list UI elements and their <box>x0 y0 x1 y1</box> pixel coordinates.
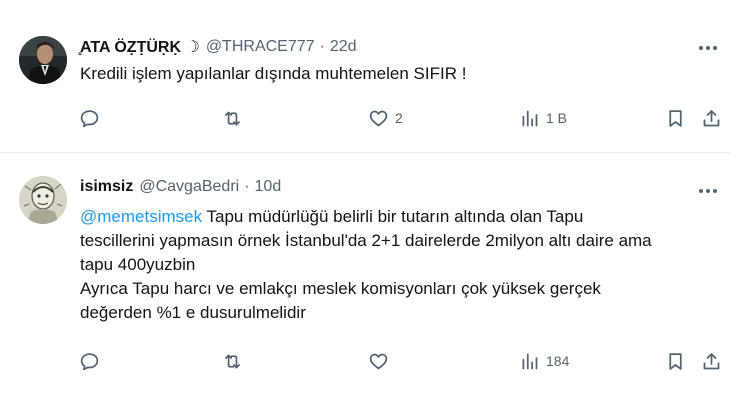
heart-icon <box>369 353 388 369</box>
share-button[interactable] <box>701 101 722 135</box>
like-button[interactable] <box>368 344 389 378</box>
reply-button[interactable] <box>79 101 100 135</box>
views-button[interactable]: 184 <box>519 344 569 378</box>
share-icon <box>703 109 720 126</box>
share-button[interactable] <box>701 344 722 378</box>
more-dots-icon <box>699 46 717 50</box>
mention-link[interactable]: @memetsimsek <box>80 207 202 226</box>
views-button[interactable]: 1 B <box>519 101 567 135</box>
retweet-icon <box>225 354 240 368</box>
reply-icon <box>80 109 99 127</box>
tweet-text-line: @memetsimsek Tapu müdürlüğü belirli bir … <box>80 205 730 229</box>
bookmark-button[interactable] <box>665 344 686 378</box>
avatar[interactable] <box>19 176 67 224</box>
reply-icon <box>80 352 99 370</box>
tweet-text-content: tescillerini yapmasın örnek İstanbul'da … <box>80 231 652 250</box>
views-chart-icon <box>522 353 538 369</box>
avatar-sketch-illustration <box>19 176 67 224</box>
timestamp[interactable]: 22d <box>330 38 357 56</box>
views-count: 1 B <box>546 110 568 126</box>
reply-button[interactable] <box>79 344 100 378</box>
tweet-text-line: değerden %1 e dusurulmelidir <box>80 301 730 325</box>
tweet-text-content: değerden %1 e dusurulmelidir <box>80 303 306 322</box>
separator-dot: · <box>319 38 325 55</box>
bookmark-icon <box>669 352 682 370</box>
timestamp[interactable]: 10d <box>255 178 282 196</box>
avatar[interactable] <box>19 36 67 84</box>
separator-dot: · <box>244 178 250 195</box>
heart-icon <box>369 110 388 126</box>
tweet-text-line: tapu 400yuzbin <box>80 253 730 277</box>
tweet-text-line: tescillerini yapmasın örnek İstanbul'da … <box>80 229 730 253</box>
tweet-text-content: Kredili işlem yapılanlar dışında muhteme… <box>80 64 467 83</box>
like-count: 2 <box>395 110 403 126</box>
views-chart-icon <box>522 110 538 126</box>
like-button[interactable]: 2 <box>368 101 403 135</box>
more-options-button[interactable] <box>696 180 720 202</box>
more-dots-icon <box>699 189 717 193</box>
avatar-man-in-suit-photo <box>19 36 67 84</box>
author-handle[interactable]: @THRACE777 <box>206 38 315 56</box>
views-count: 184 <box>546 353 570 369</box>
tweet-text-line: Kredili işlem yapılanlar dışında muhteme… <box>80 62 730 86</box>
action-bar: 184 <box>68 344 730 378</box>
author-name[interactable]: isimsiz <box>80 178 133 196</box>
tweet-text-line: Ayrıca Tapu harcı ve emlakçı meslek komi… <box>80 277 730 301</box>
bookmark-icon <box>669 109 682 127</box>
tweet-text-content: Tapu müdürlüğü belirli bir tutarın altın… <box>202 207 584 226</box>
author-handle[interactable]: @CavgaBedri <box>139 178 239 196</box>
share-icon <box>703 352 720 369</box>
tweet-text-content: Ayrıca Tapu harcı ve emlakçı meslek komi… <box>80 279 601 298</box>
bookmark-button[interactable] <box>665 101 686 135</box>
action-bar: 2 1 B <box>68 101 730 135</box>
tweet-text: @memetsimsek Tapu müdürlüğü belirli bir … <box>80 205 730 325</box>
more-options-button[interactable] <box>696 37 720 59</box>
tweet-header: ̥ATA ÖẒṬÜṚḲ ☽ @THRACE777 · 22d <box>80 36 357 58</box>
retweet-icon <box>225 111 240 125</box>
tweet-1[interactable]: ̥ATA ÖẒṬÜṚḲ ☽ @THRACE777 · 22d Kredi… <box>0 0 730 152</box>
retweet-button[interactable] <box>222 344 243 378</box>
retweet-button[interactable] <box>222 101 243 135</box>
tweet-text-content: tapu 400yuzbin <box>80 255 196 274</box>
author-name[interactable]: ̥ATA ÖẒṬÜṚḲ ☽ <box>80 37 200 57</box>
tweet-header: isimsiz @CavgaBedri · 10d <box>80 176 281 198</box>
tweet-text: Kredili işlem yapılanlar dışında muhteme… <box>80 62 730 86</box>
tweet-2[interactable]: isimsiz @CavgaBedri · 10d @memetsimsek T… <box>0 153 730 420</box>
